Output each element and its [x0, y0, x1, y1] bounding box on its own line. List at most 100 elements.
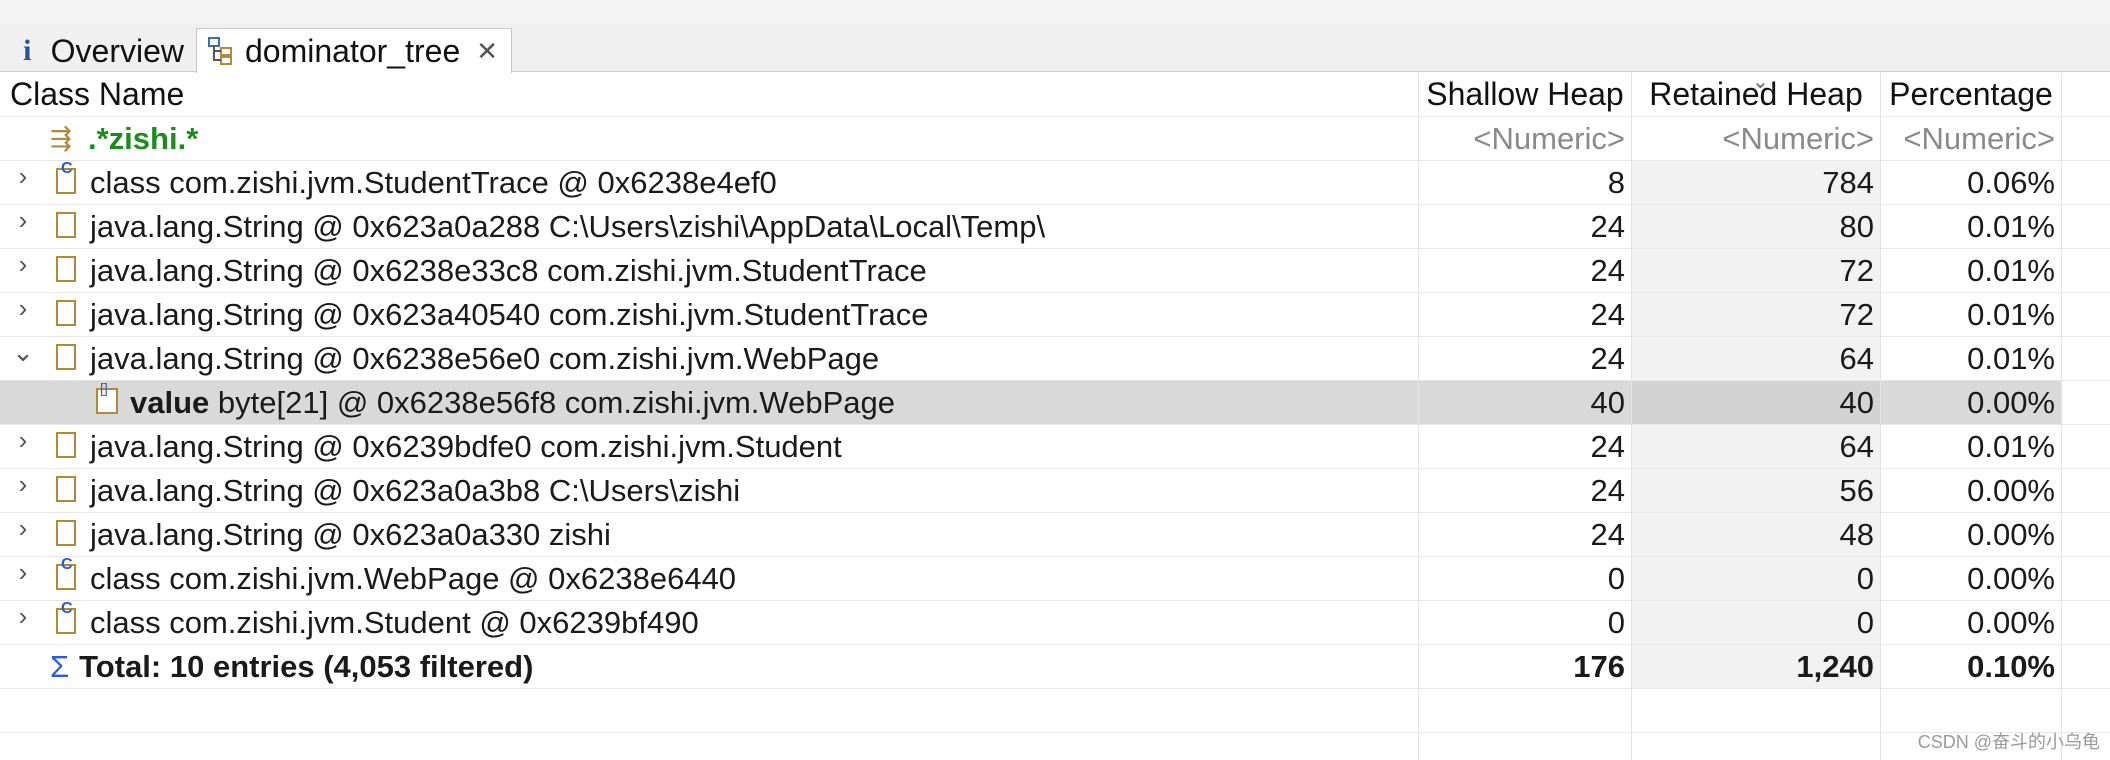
table-row[interactable]: › class com.zishi.jvm.Student @ 0x6239bf4… — [0, 600, 2110, 645]
column-divider — [1880, 73, 1881, 760]
object-name: java.lang.String @ 0x6239bdfe0 com.zishi… — [90, 429, 842, 464]
watermark: CSDN @奋斗的小乌龟 — [1917, 732, 2100, 752]
sigma-icon: Σ — [50, 649, 70, 684]
collapse-chevron-icon[interactable]: ⌄ — [12, 337, 34, 368]
tab-dominator-tree[interactable]: dominator_tree ✕ — [196, 28, 512, 73]
filter-row: ⇶ .*zishi.* <Numeric> <Numeric> <Numeric… — [0, 117, 2110, 161]
retained-heap-cell: 48 — [1632, 513, 1880, 556]
object-name: byte[21] @ 0x6238e56f8 com.zishi.jvm.Web… — [217, 385, 896, 420]
expand-chevron-icon[interactable]: › — [12, 469, 34, 500]
shallow-heap-cell: 24 — [1590, 297, 1625, 332]
retained-heap-cell: 784 — [1632, 161, 1880, 204]
shallow-heap-cell: 24 — [1590, 253, 1625, 288]
array-object-icon — [96, 380, 118, 414]
retained-heap-cell: 40 — [1632, 381, 1880, 424]
regex-filter-icon: ⇶ — [50, 123, 72, 153]
object-label: class com.zishi.jvm.Student @ 0x6239bf49… — [90, 601, 699, 644]
shallow-heap-cell: 8 — [1607, 165, 1625, 200]
percentage-cell: 0.00% — [1967, 605, 2055, 640]
column-header-shallow-heap[interactable]: Shallow Heap — [1419, 73, 1631, 116]
expand-chevron-icon[interactable]: › — [12, 249, 34, 280]
class-name-filter-input[interactable]: .*zishi.* — [88, 117, 198, 160]
shallow-heap-cell: 40 — [1419, 381, 1631, 424]
field-name: value — [130, 385, 210, 420]
object-label: java.lang.String @ 0x623a0a3b8 C:\Users\… — [90, 469, 740, 512]
percentage-cell: 0.00% — [1881, 381, 2061, 424]
expand-chevron-icon[interactable]: › — [12, 161, 34, 192]
object-instance-icon — [56, 520, 76, 546]
percentage-cell: 0.01% — [1967, 429, 2055, 464]
object-label: class com.zishi.jvm.StudentTrace @ 0x623… — [90, 161, 777, 204]
dominator-tree-table: Class Name Shallow Heap Retained Heap ⌄ … — [0, 71, 2110, 760]
class-object-icon — [56, 160, 76, 194]
table-header: Class Name Shallow Heap Retained Heap ⌄ … — [0, 71, 2110, 117]
table-row[interactable]: ⌄ java.lang.String @ 0x6238e56e0 com.zish… — [0, 337, 2110, 381]
retained-heap-cell: 72 — [1632, 293, 1880, 336]
expand-chevron-icon[interactable]: › — [12, 601, 34, 632]
tab-overview[interactable]: i Overview — [6, 30, 194, 72]
object-name: class com.zishi.jvm.WebPage @ 0x6238e644… — [90, 561, 737, 596]
table-row[interactable]: › java.lang.String @ 0x623a0a330 zishi 24 4… — [0, 513, 2110, 557]
retained-heap-cell: 0 — [1632, 557, 1880, 600]
empty-row — [0, 689, 2110, 733]
sort-descending-icon: ⌄ — [1752, 71, 1769, 93]
object-instance-icon — [56, 432, 76, 458]
expand-chevron-icon[interactable]: › — [12, 205, 34, 236]
retained-heap-cell: 64 — [1632, 337, 1880, 380]
object-instance-icon — [56, 476, 76, 502]
shallow-heap-cell: 24 — [1590, 429, 1625, 464]
column-header-percentage[interactable]: Percentage — [1881, 73, 2061, 116]
percentage-cell: 0.00% — [1967, 561, 2055, 596]
table-row[interactable]: › java.lang.String @ 0x6238e33c8 com.zish… — [0, 249, 2110, 293]
object-label: java.lang.String @ 0x623a0a288 C:\Users\… — [90, 205, 1045, 248]
object-label: java.lang.String @ 0x623a0a330 zishi — [90, 513, 611, 556]
expand-chevron-icon[interactable]: › — [12, 293, 34, 324]
object-name: java.lang.String @ 0x623a0a288 C:\Users\… — [90, 209, 1046, 244]
table-row[interactable]: › class com.zishi.jvm.WebPage @ 0x6238e64… — [0, 556, 2110, 601]
tab-overview-label: Overview — [50, 32, 184, 69]
editor-tab-bar: i Overview dominator_tree ✕ — [0, 24, 2110, 73]
retained-heap-filter-input[interactable]: <Numeric> — [1632, 117, 1880, 160]
percentage-cell: 0.06% — [1967, 165, 2055, 200]
object-label: java.lang.String @ 0x6238e33c8 com.zishi… — [90, 249, 927, 292]
object-name: class com.zishi.jvm.StudentTrace @ 0x623… — [90, 165, 777, 200]
column-divider — [2061, 73, 2062, 760]
percentage-cell: 0.01% — [1967, 253, 2055, 288]
percentage-cell: 0.01% — [1967, 341, 2055, 376]
table-row[interactable]: › class com.zishi.jvm.StudentTrace @ 0x62… — [0, 160, 2110, 205]
column-divider — [1418, 73, 1419, 760]
expand-chevron-icon[interactable]: › — [12, 557, 34, 588]
percentage-cell: 0.01% — [1967, 209, 2055, 244]
object-name: java.lang.String @ 0x6238e33c8 com.zishi… — [90, 253, 927, 288]
expand-chevron-icon[interactable]: › — [12, 425, 34, 456]
total-percentage: 0.10% — [1967, 649, 2055, 684]
table-row[interactable]: › java.lang.String @ 0x6239bdfe0 com.zish… — [0, 425, 2110, 469]
object-label: java.lang.String @ 0x6239bdfe0 com.zishi… — [90, 425, 842, 468]
shallow-heap-cell: 24 — [1590, 209, 1625, 244]
object-name: java.lang.String @ 0x6238e56e0 com.zishi… — [90, 341, 880, 376]
percentage-cell: 0.00% — [1967, 517, 2055, 552]
shallow-heap-cell: 0 — [1607, 605, 1625, 640]
object-instance-icon — [56, 212, 76, 238]
percentage-filter-input[interactable]: <Numeric> — [1881, 117, 2061, 160]
total-row: Σ Total: 10 entries (4,053 filtered) 176 … — [0, 645, 2110, 689]
table-row[interactable]: › java.lang.String @ 0x623a0a3b8 C:\Users… — [0, 469, 2110, 513]
shallow-heap-filter-input[interactable]: <Numeric> — [1419, 117, 1631, 160]
object-label: java.lang.String @ 0x6238e56e0 com.zishi… — [90, 337, 879, 380]
table-row[interactable]: value byte[21] @ 0x6238e56f8 com.zishi.j… — [0, 380, 2110, 425]
object-label: value byte[21] @ 0x6238e56f8 com.zishi.j… — [130, 381, 895, 424]
retained-heap-cell: 64 — [1632, 425, 1880, 468]
retained-heap-cell: 56 — [1632, 469, 1880, 512]
total-shallow-heap: 176 — [1573, 649, 1625, 684]
shallow-heap-cell: 24 — [1590, 517, 1625, 552]
close-icon[interactable]: ✕ — [476, 36, 498, 67]
table-row[interactable]: › java.lang.String @ 0x623a0a288 C:\Users… — [0, 205, 2110, 249]
table-row[interactable]: › java.lang.String @ 0x623a40540 com.zish… — [0, 293, 2110, 337]
shallow-heap-cell: 0 — [1607, 561, 1625, 596]
retained-heap-cell: 80 — [1632, 205, 1880, 248]
info-icon: i — [23, 34, 32, 67]
class-object-icon — [56, 600, 76, 634]
column-header-class-name[interactable]: Class Name — [0, 73, 1428, 116]
object-instance-icon — [56, 256, 76, 282]
expand-chevron-icon[interactable]: › — [12, 513, 34, 544]
